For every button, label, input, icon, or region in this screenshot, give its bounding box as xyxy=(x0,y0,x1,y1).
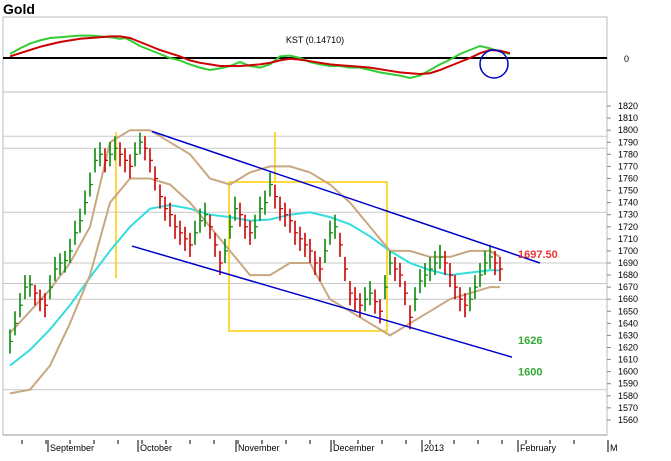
y-tick-label-26: 1820 xyxy=(618,101,638,111)
y-tick-label-0: 1560 xyxy=(618,415,638,425)
y-tick-label-17: 1730 xyxy=(618,210,638,220)
y-tick-label-14: 1700 xyxy=(618,246,638,256)
y-tick-label-10: 1660 xyxy=(618,294,638,304)
y-tick-label-7: 1630 xyxy=(618,330,638,340)
indicator-panel-frame xyxy=(2,16,608,93)
y-tick-label-12: 1680 xyxy=(618,270,638,280)
y-tick-label-5: 1610 xyxy=(618,355,638,365)
y-tick-label-11: 1670 xyxy=(618,282,638,292)
x-tick-label-6: M xyxy=(610,443,618,453)
y-tick-label-16: 1720 xyxy=(618,222,638,232)
y-tick-label-23: 1790 xyxy=(618,137,638,147)
x-tick-label-1: October xyxy=(140,443,172,453)
y-tick-label-18: 1740 xyxy=(618,198,638,208)
y-tick-label-24: 1800 xyxy=(618,125,638,135)
kst-zero-label: 0 xyxy=(624,54,629,64)
y-tick-label-19: 1750 xyxy=(618,186,638,196)
y-tick-label-21: 1770 xyxy=(618,161,638,171)
price-annotation-0: 1697.50 xyxy=(518,249,558,261)
y-tick-label-4: 1600 xyxy=(618,367,638,377)
price-annotation-1: 1626 xyxy=(518,335,542,347)
y-tick-label-25: 1810 xyxy=(618,113,638,123)
y-tick-label-9: 1650 xyxy=(618,306,638,316)
y-tick-label-3: 1590 xyxy=(618,379,638,389)
x-tick-label-2: November xyxy=(238,443,280,453)
y-tick-label-13: 1690 xyxy=(618,258,638,268)
price-annotation-2: 1600 xyxy=(518,367,542,379)
y-tick-label-20: 1760 xyxy=(618,173,638,183)
x-tick-label-3: December xyxy=(333,443,375,453)
y-tick-label-15: 1710 xyxy=(618,234,638,244)
y-tick-label-8: 1640 xyxy=(618,318,638,328)
x-tick-label-0: September xyxy=(50,443,94,453)
x-tick-label-4: 2013 xyxy=(424,443,444,453)
y-tick-label-2: 1580 xyxy=(618,391,638,401)
gold-chart-svg: KST (0.14710) 0 1697.50 1626 1600 1560 1570 1… xyxy=(2,16,638,453)
kst-title: KST (0.14710) xyxy=(286,35,344,45)
x-tick-label-5: February xyxy=(520,443,557,453)
y-tick-label-1: 1570 xyxy=(618,403,638,413)
chart-root: Gold KST (0.14710) 0 1697.50 1626 1600 1560… xyxy=(0,0,671,461)
y-tick-label-22: 1780 xyxy=(618,149,638,159)
y-tick-label-6: 1620 xyxy=(618,342,638,352)
